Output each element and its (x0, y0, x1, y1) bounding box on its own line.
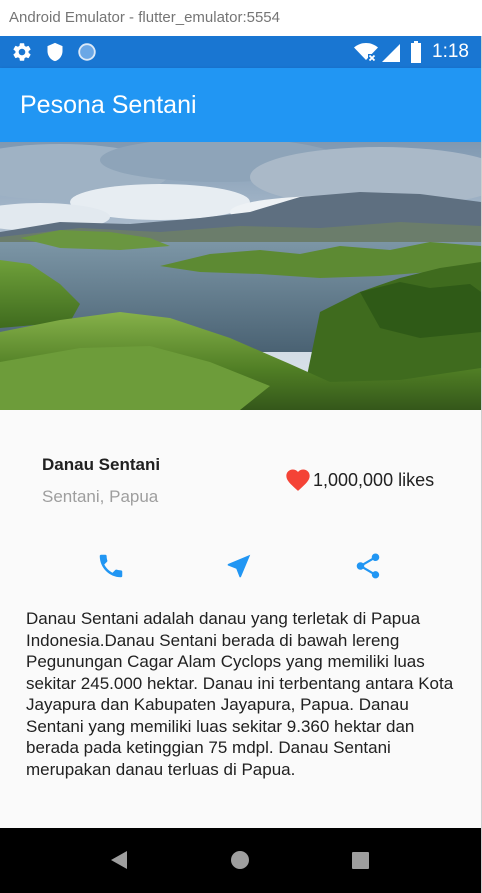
circle-icon (78, 43, 96, 61)
likes-count: 1,000,000 likes (313, 470, 435, 490)
shield-icon (47, 42, 63, 62)
description-text: Danau Sentani adalah danau yang terletak… (26, 609, 454, 779)
settings-icon (13, 43, 31, 61)
phone-icon[interactable] (96, 551, 126, 581)
app-bar: Pesona Sentani (0, 68, 481, 142)
status-time: 1:18 (432, 41, 469, 62)
title-section: Danau Sentani Sentani, Papua 1,000,000 l… (0, 410, 481, 540)
navigation-icon[interactable] (224, 551, 254, 581)
signal-icon (382, 44, 400, 62)
wifi-icon (354, 43, 378, 62)
lake-image (0, 142, 481, 410)
device-screen: 1:18 Pesona Sentani Danau Sentani Sentan… (0, 36, 481, 893)
share-icon[interactable] (353, 551, 383, 581)
heart-icon[interactable] (283, 466, 313, 494)
place-name: Danau Sentani (42, 455, 161, 474)
emulator-window-title: Android Emulator - flutter_emulator:5554 (0, 0, 482, 36)
battery-icon (411, 41, 421, 63)
recents-icon[interactable] (352, 852, 369, 869)
status-bar: 1:18 (0, 36, 481, 68)
app-bar-title: Pesona Sentani (20, 91, 197, 119)
home-icon[interactable] (230, 850, 250, 870)
navigation-bar (0, 828, 481, 893)
place-location: Sentani, Papua (42, 487, 159, 506)
back-icon[interactable] (110, 850, 128, 870)
